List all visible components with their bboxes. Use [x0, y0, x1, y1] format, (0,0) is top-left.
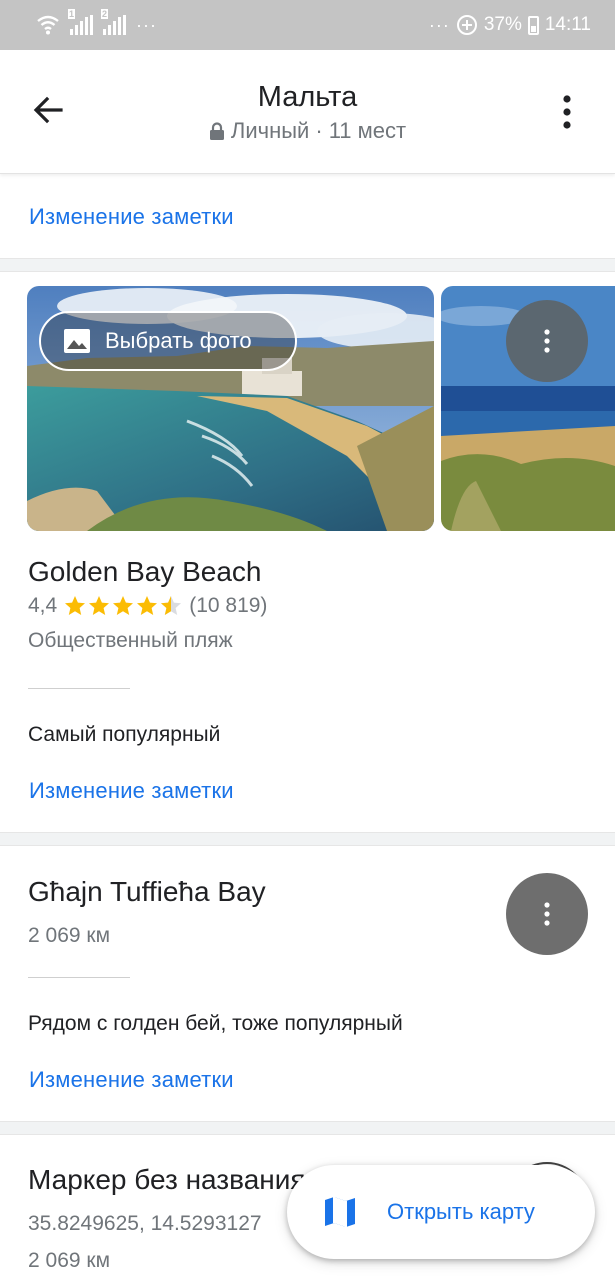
star-icon: [65, 596, 86, 615]
more-vert-icon: [563, 95, 571, 129]
star-rating: [63, 594, 183, 618]
privacy-label: Личный: [230, 118, 310, 143]
card-separator: [0, 258, 615, 272]
battery-percent: 37%: [483, 14, 522, 35]
place2-note: Рядом с голден бей, тоже популярный: [28, 1012, 403, 1035]
place1-rating-row: 4,4 (10 819): [28, 594, 267, 618]
divider: [28, 977, 130, 978]
place2-more-button[interactable]: [506, 873, 588, 955]
card-separator: [0, 832, 615, 846]
edit-note-link-place2[interactable]: Изменение заметки: [29, 1067, 234, 1093]
edit-note-link-place1[interactable]: Изменение заметки: [29, 778, 234, 804]
place2-distance: 2 069 км: [28, 924, 111, 947]
star-icon: [137, 596, 158, 615]
open-map-label: Открыть карту: [387, 1199, 535, 1224]
wifi-icon: [37, 15, 59, 35]
place3-distance: 2 069 км: [28, 1249, 111, 1272]
edit-note-link-top[interactable]: Изменение заметки: [29, 204, 234, 230]
image-icon: [64, 329, 90, 353]
clock: 14:11: [544, 14, 591, 35]
star-icon: [89, 596, 110, 615]
place1-name[interactable]: Golden Bay Beach: [28, 556, 262, 588]
battery-icon: [527, 15, 539, 35]
status-right: ··· 37% 14:11: [429, 10, 591, 40]
list-subtitle: Личный · 11 мест: [0, 118, 615, 144]
card-separator: [0, 1121, 615, 1135]
status-more-dots: ···: [428, 14, 450, 35]
place2-name[interactable]: Għajn Tuffieħa Bay: [28, 876, 266, 908]
more-vert-icon: [544, 902, 550, 926]
star-icon: [113, 596, 134, 615]
lock-icon: [209, 121, 224, 140]
subtitle-separator: ·: [315, 118, 323, 143]
list-title: Мальта: [257, 81, 358, 113]
place1-note: Самый популярный: [28, 723, 221, 746]
open-map-button[interactable]: Открыть карту: [287, 1165, 595, 1259]
places-count: 11 мест: [328, 118, 407, 143]
place3-name[interactable]: Маркер без названия: [28, 1164, 328, 1196]
half-star-icon: [161, 596, 182, 615]
place1-category: Общественный пляж: [28, 629, 233, 652]
choose-photo-label: Выбрать фото: [105, 328, 252, 353]
status-bar: 1 2 ··· ··· 37% 14:11: [0, 0, 615, 50]
status-notification-dots: ···: [136, 14, 157, 35]
place1-review-count: (10 819): [189, 594, 268, 617]
choose-photo-button[interactable]: Выбрать фото: [39, 311, 297, 371]
map-icon: [325, 1197, 355, 1227]
data-saver-icon: [456, 15, 477, 35]
app-header: Мальта Личный · 11 мест: [0, 50, 615, 174]
signal-sim1-icon: 1: [68, 9, 93, 35]
place1-photo-more-button[interactable]: [506, 300, 588, 382]
more-vert-icon: [544, 329, 550, 353]
signal-sim2-icon: 2: [101, 9, 126, 35]
divider: [28, 688, 130, 689]
more-options-button[interactable]: [552, 92, 582, 132]
place3-coordinates: 35.8249625, 14.5293127: [28, 1212, 262, 1235]
place1-rating-value: 4,4: [28, 594, 58, 617]
status-left: 1 2 ···: [36, 9, 157, 40]
